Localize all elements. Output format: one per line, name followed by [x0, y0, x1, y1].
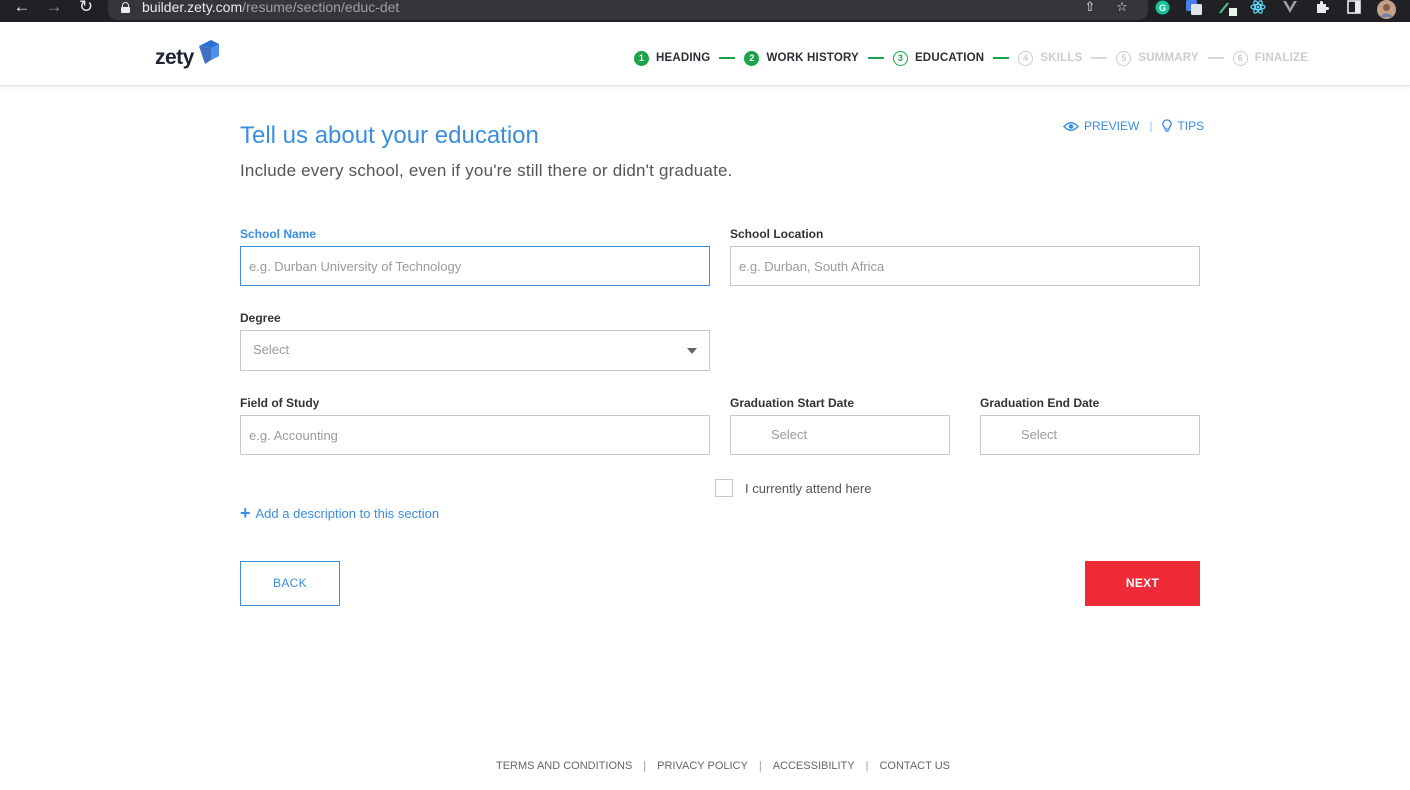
- react-devtools-icon[interactable]: [1250, 0, 1266, 16]
- reload-icon[interactable]: ↻: [76, 0, 96, 16]
- vue-devtools-icon[interactable]: [1282, 0, 1298, 16]
- accessibility-link[interactable]: ACCESSIBILITY: [773, 760, 855, 772]
- step-number: 1: [634, 50, 649, 66]
- star-icon[interactable]: ☆: [1114, 0, 1130, 16]
- grad-start-select[interactable]: Select: [730, 415, 950, 455]
- preview-label: PREVIEW: [1084, 119, 1140, 133]
- tips-link[interactable]: TIPS: [1162, 119, 1204, 133]
- step-label: EDUCATION: [914, 52, 985, 64]
- step-work-history[interactable]: 2 WORK HISTORY: [744, 50, 859, 66]
- footer-separator: |: [758, 760, 762, 772]
- tips-label: TIPS: [1177, 119, 1205, 133]
- step-label: WORK HISTORY: [766, 52, 859, 64]
- grad-end-label: Graduation End Date: [980, 396, 1100, 410]
- add-description-link[interactable]: + Add a description to this section: [240, 503, 440, 523]
- link-separator: |: [1149, 119, 1153, 133]
- back-icon[interactable]: ←: [12, 0, 32, 16]
- add-description-label: Add a description to this section: [255, 505, 440, 521]
- lightbulb-icon: [1162, 119, 1173, 132]
- step-connector: [1091, 57, 1108, 59]
- svg-text:G: G: [1158, 3, 1165, 13]
- forward-icon[interactable]: →: [44, 0, 64, 16]
- step-number: 3: [892, 50, 908, 66]
- eye-icon: [1063, 121, 1079, 131]
- step-label: SKILLS: [1040, 52, 1083, 64]
- step-label: FINALIZE: [1254, 52, 1309, 64]
- translate-icon[interactable]: [1186, 0, 1202, 16]
- step-connector: [867, 57, 884, 59]
- terms-link[interactable]: TERMS AND CONDITIONS: [496, 760, 632, 772]
- grad-end-select[interactable]: Select: [980, 415, 1200, 455]
- step-connector: [993, 57, 1010, 59]
- browser-toolbar: ← → ↻ builder.zety.com/resume/section/ed…: [0, 0, 1410, 22]
- privacy-link[interactable]: PRIVACY POLICY: [657, 760, 748, 772]
- footer-separator: |: [865, 760, 869, 772]
- step-heading[interactable]: 1 HEADING: [634, 50, 711, 66]
- degree-label: Degree: [240, 311, 281, 325]
- step-number: 4: [1018, 50, 1034, 66]
- lock-icon[interactable]: [121, 2, 130, 14]
- degree-selected-value: Select: [253, 342, 290, 357]
- zety-logo[interactable]: zety: [155, 46, 194, 70]
- progress-steps: 1 HEADING 2 WORK HISTORY 3 EDUCATION 4 S…: [634, 49, 1308, 67]
- grad-start-label: Graduation Start Date: [730, 396, 855, 410]
- preview-tips-links: PREVIEW | TIPS: [1063, 119, 1204, 133]
- url-text[interactable]: builder.zety.com/resume/section/educ-det: [142, 0, 399, 15]
- step-summary: 5 SUMMARY: [1116, 50, 1199, 66]
- field-of-study-input[interactable]: [240, 415, 710, 455]
- school-location-label: School Location: [730, 227, 824, 241]
- preview-link[interactable]: PREVIEW: [1063, 119, 1139, 133]
- step-education[interactable]: 3 EDUCATION: [892, 50, 985, 66]
- footer-links: TERMS AND CONDITIONS | PRIVACY POLICY | …: [496, 760, 950, 772]
- degree-select[interactable]: Select: [240, 330, 710, 371]
- school-name-label: School Name: [240, 227, 317, 241]
- field-of-study-label: Field of Study: [240, 396, 320, 410]
- step-number: 5: [1116, 50, 1132, 66]
- currently-attend-checkbox[interactable]: [715, 479, 733, 497]
- step-connector: [1207, 57, 1224, 59]
- step-label: HEADING: [656, 52, 711, 64]
- zety-logo-mark: [199, 40, 219, 64]
- chevron-down-icon: [687, 348, 697, 354]
- contact-link[interactable]: CONTACT US: [879, 760, 950, 772]
- step-number: 6: [1232, 50, 1248, 66]
- grad-end-selected-value: Select: [1021, 427, 1058, 442]
- school-name-input[interactable]: [240, 246, 710, 286]
- grammarly-icon[interactable]: G: [1154, 0, 1170, 16]
- step-connector: [719, 57, 736, 59]
- step-number: 2: [744, 50, 760, 66]
- school-location-input[interactable]: [730, 246, 1200, 286]
- grad-start-selected-value: Select: [771, 427, 808, 442]
- app-header: zety 1 HEADING 2 WORK HISTORY 3 EDUCATIO…: [0, 22, 1410, 86]
- extension-icon[interactable]: [1218, 0, 1238, 16]
- page-subtitle: Include every school, even if you're sti…: [240, 161, 733, 180]
- puzzle-icon[interactable]: [1314, 0, 1330, 16]
- step-skills: 4 SKILLS: [1018, 50, 1083, 66]
- page-title: Tell us about your education: [240, 122, 539, 149]
- plus-icon: +: [240, 503, 251, 523]
- currently-attend-label[interactable]: I currently attend here: [745, 481, 871, 496]
- profile-avatar[interactable]: [1376, 0, 1396, 19]
- step-label: SUMMARY: [1138, 52, 1199, 64]
- sidebar-icon[interactable]: [1346, 0, 1362, 16]
- step-finalize: 6 FINALIZE: [1232, 50, 1309, 66]
- back-button[interactable]: BACK: [240, 561, 340, 606]
- footer-separator: |: [643, 760, 647, 772]
- next-button[interactable]: NEXT: [1085, 561, 1200, 606]
- share-icon[interactable]: ⇧: [1082, 0, 1098, 16]
